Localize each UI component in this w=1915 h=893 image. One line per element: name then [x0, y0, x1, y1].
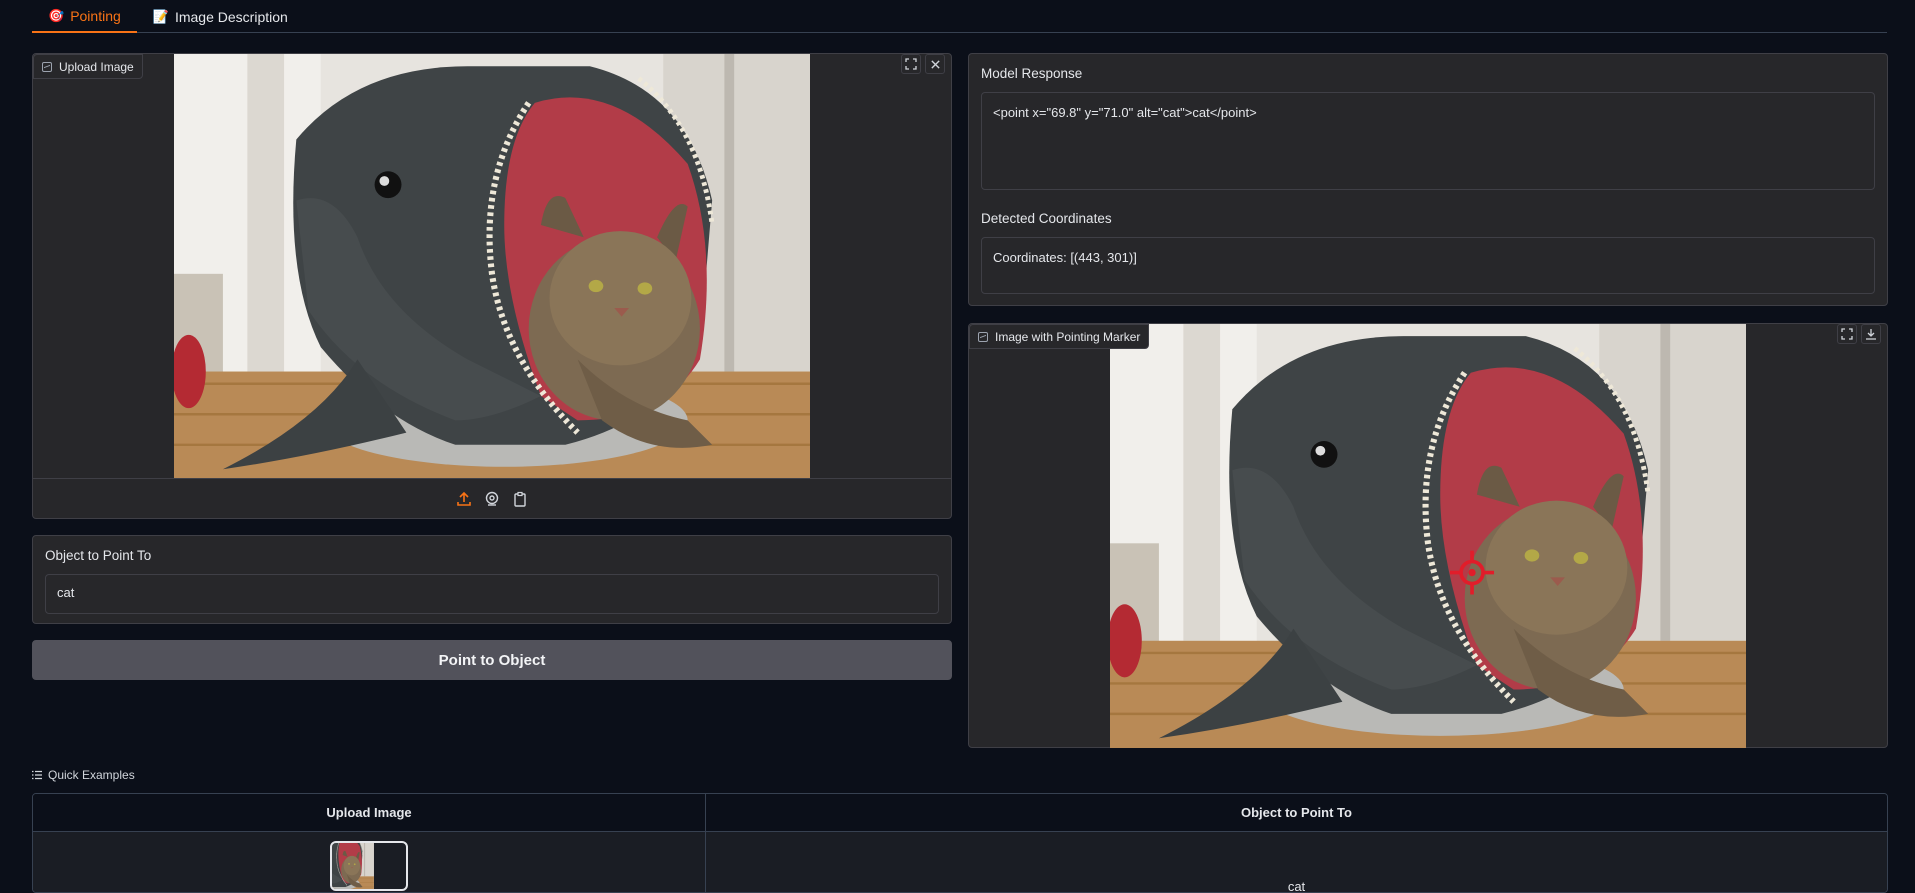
tab-label: Image Description — [174, 8, 288, 25]
results-panel: Model Response <point x="69.8" y="71.0" … — [968, 53, 1888, 306]
examples-header-object: Object to Point To — [1241, 805, 1352, 820]
clear-image-button[interactable] — [925, 54, 945, 74]
upload-button[interactable] — [455, 490, 473, 508]
download-icon — [1866, 329, 1876, 340]
upload-image-label: Upload Image — [33, 54, 143, 79]
upload-image-panel: Upload Image — [32, 53, 952, 519]
close-icon — [930, 59, 940, 69]
memo-icon: 📝 — [152, 8, 169, 24]
upload-icon — [457, 491, 471, 506]
object-field-panel: Object to Point To cat — [32, 535, 952, 624]
upload-source-toolbar — [33, 478, 951, 518]
examples-table: Upload Image Object to Point To cat — [32, 793, 1888, 893]
object-field-label: Object to Point To — [45, 548, 152, 563]
list-icon — [32, 770, 42, 780]
fullscreen-icon — [905, 58, 917, 70]
image-icon — [978, 331, 988, 342]
tab-label: Pointing — [70, 7, 121, 24]
fullscreen-button[interactable] — [901, 54, 921, 74]
clipboard-icon — [514, 491, 526, 507]
quick-examples-label: Quick Examples — [48, 768, 135, 782]
point-to-object-button[interactable]: Point to Object — [32, 640, 952, 680]
detected-coordinates-label: Detected Coordinates — [981, 211, 1112, 226]
object-input[interactable]: cat — [45, 574, 939, 614]
result-image-panel: Image with Pointing Marker — [968, 323, 1888, 748]
result-image-label-text: Image with Pointing Marker — [995, 329, 1141, 344]
quick-examples-title: Quick Examples — [32, 768, 135, 782]
fullscreen-button[interactable] — [1837, 324, 1857, 344]
target-icon: 🎯 — [48, 7, 65, 23]
fullscreen-icon — [1841, 328, 1853, 340]
webcam-icon — [485, 491, 499, 506]
detected-coordinates-output[interactable]: Coordinates: [(443, 301)] — [981, 237, 1875, 294]
clipboard-button[interactable] — [511, 490, 529, 508]
image-icon — [42, 61, 52, 72]
model-response-label: Model Response — [981, 66, 1083, 81]
result-image-label: Image with Pointing Marker — [969, 324, 1150, 349]
upload-image-label-text: Upload Image — [59, 59, 134, 74]
result-image — [1110, 324, 1746, 748]
examples-header-row: Upload Image Object to Point To — [33, 794, 1887, 832]
tab-image-description[interactable]: 📝 Image Description — [137, 0, 304, 33]
model-response-output[interactable]: <point x="69.8" y="71.0" alt="cat">cat</… — [981, 92, 1875, 190]
tab-pointing[interactable]: 🎯 Pointing — [32, 0, 137, 33]
examples-header-image: Upload Image — [33, 794, 706, 831]
download-button[interactable] — [1861, 324, 1881, 344]
uploaded-image — [174, 54, 810, 479]
webcam-button[interactable] — [483, 490, 501, 508]
tab-bar: 🎯 Pointing 📝 Image Description — [32, 0, 1887, 33]
